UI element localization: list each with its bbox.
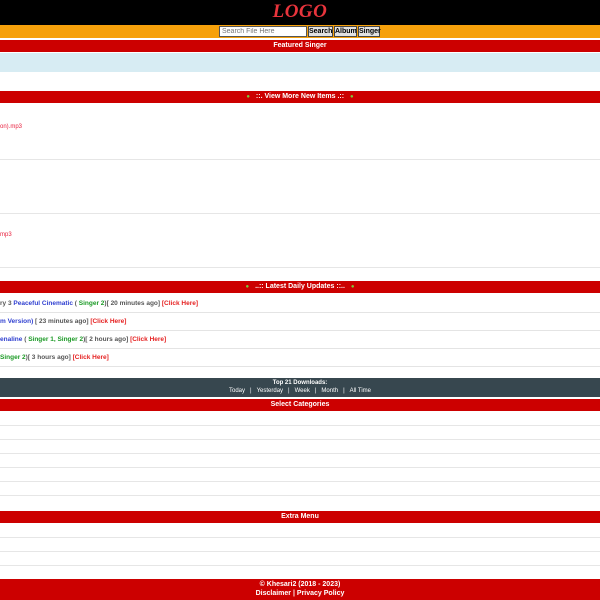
- disclaimer-link[interactable]: Disclaimer: [256, 590, 291, 597]
- category-divider: [0, 495, 600, 496]
- click-here-link[interactable]: [Click Here]: [130, 336, 166, 343]
- site-header: LOGO: [0, 0, 600, 25]
- update-prefix: ry 3: [0, 300, 14, 307]
- update-row: enaline ( Singer 1, Singer 2)[ 2 hours a…: [0, 331, 600, 349]
- update-title-link[interactable]: m Version): [0, 318, 33, 325]
- featured-singer-heading: Featured Singer: [0, 40, 600, 52]
- footer-links: Disclaimer | Privacy Policy: [0, 590, 600, 597]
- update-singers[interactable]: Singer 2: [79, 300, 105, 307]
- update-title-link[interactable]: enaline: [0, 336, 22, 343]
- click-here-link[interactable]: [Click Here]: [162, 300, 198, 307]
- separator: |: [292, 590, 295, 597]
- featured-singer-panel: [0, 53, 600, 72]
- bullet-icon: ●: [350, 94, 354, 100]
- bullet-icon: ●: [245, 284, 250, 290]
- separator: |: [250, 388, 252, 394]
- update-time: [ 20 minutes ago]: [106, 300, 161, 307]
- site-footer: © Khesari2 (2018 - 2023) Disclaimer | Pr…: [0, 579, 600, 600]
- category-divider: [0, 453, 600, 454]
- search-input[interactable]: [219, 26, 307, 37]
- click-here-link[interactable]: [Click Here]: [90, 318, 126, 325]
- separator: |: [343, 388, 345, 394]
- extra-menu-divider: [0, 565, 600, 566]
- category-divider: [0, 467, 600, 468]
- new-item-row[interactable]: on).mp3: [0, 104, 600, 160]
- top-downloads-links: Today | Yesterday | Week | Month | All Time: [0, 388, 600, 394]
- separator: |: [288, 388, 290, 394]
- category-divider: [0, 425, 600, 426]
- update-singers[interactable]: Singer 1, Singer 2: [28, 336, 83, 343]
- update-time: [ 3 hours ago]: [27, 354, 71, 361]
- search-bar: Search Album Singer: [0, 25, 600, 38]
- new-item-row[interactable]: [0, 160, 600, 214]
- new-item-row[interactable]: mp3: [0, 214, 600, 268]
- separator: |: [314, 388, 317, 394]
- site-logo[interactable]: LOGO: [0, 1, 600, 23]
- view-more-label: ::. View More New Items .::: [255, 93, 345, 100]
- extra-menu-divider: [0, 551, 600, 552]
- footer-copyright: © Khesari2 (2018 - 2023): [259, 581, 341, 588]
- select-categories-heading: Select Categories: [0, 399, 600, 411]
- category-divider: [0, 481, 600, 482]
- top-downloads-title: Top 21 Downloads:: [272, 380, 328, 386]
- update-singers[interactable]: Singer 2: [0, 354, 26, 361]
- top-yesterday-link[interactable]: Yesterday: [257, 388, 283, 394]
- top-month-link[interactable]: Month: [321, 388, 338, 394]
- latest-updates-label: ..:: Latest Daily Updates ::..: [255, 283, 345, 290]
- latest-updates-heading: ● ..:: Latest Daily Updates ::.. ●: [0, 281, 600, 293]
- top-all-time-link[interactable]: All Time: [350, 388, 371, 394]
- view-more-new-items-bar[interactable]: ● ::. View More New Items .:: ●: [0, 91, 600, 103]
- extra-menu-divider: [0, 537, 600, 538]
- update-title-link[interactable]: Peaceful Cinematic: [13, 300, 73, 307]
- category-divider: [0, 439, 600, 440]
- new-item-title[interactable]: on).mp3: [0, 124, 22, 130]
- update-row: Singer 2)[ 3 hours ago] [Click Here]: [0, 349, 600, 367]
- privacy-policy-link[interactable]: Privacy Policy: [297, 590, 344, 597]
- search-button[interactable]: Search: [308, 26, 333, 37]
- top-week-link[interactable]: Week: [295, 388, 310, 394]
- new-item-title[interactable]: mp3: [0, 232, 12, 238]
- bullet-icon: ●: [350, 284, 355, 290]
- top-downloads-bar: Top 21 Downloads: Today | Yesterday | Week | M…: [0, 378, 600, 397]
- click-here-link[interactable]: [Click Here]: [73, 354, 109, 361]
- top-today-link[interactable]: Today: [229, 388, 245, 394]
- update-row: m Version) [ 23 minutes ago] [Click Here…: [0, 313, 600, 331]
- extra-menu-heading: Extra Menu: [0, 511, 600, 523]
- singer-search-button[interactable]: Singer: [358, 26, 381, 37]
- album-search-button[interactable]: Album: [334, 26, 357, 37]
- update-time: [ 23 minutes ago]: [35, 318, 89, 325]
- update-row: ry 3 Peaceful Cinematic ( Singer 2)[ 20 …: [0, 295, 600, 313]
- update-time: [ 2 hours ago]: [85, 336, 129, 343]
- bullet-icon: ●: [246, 94, 250, 100]
